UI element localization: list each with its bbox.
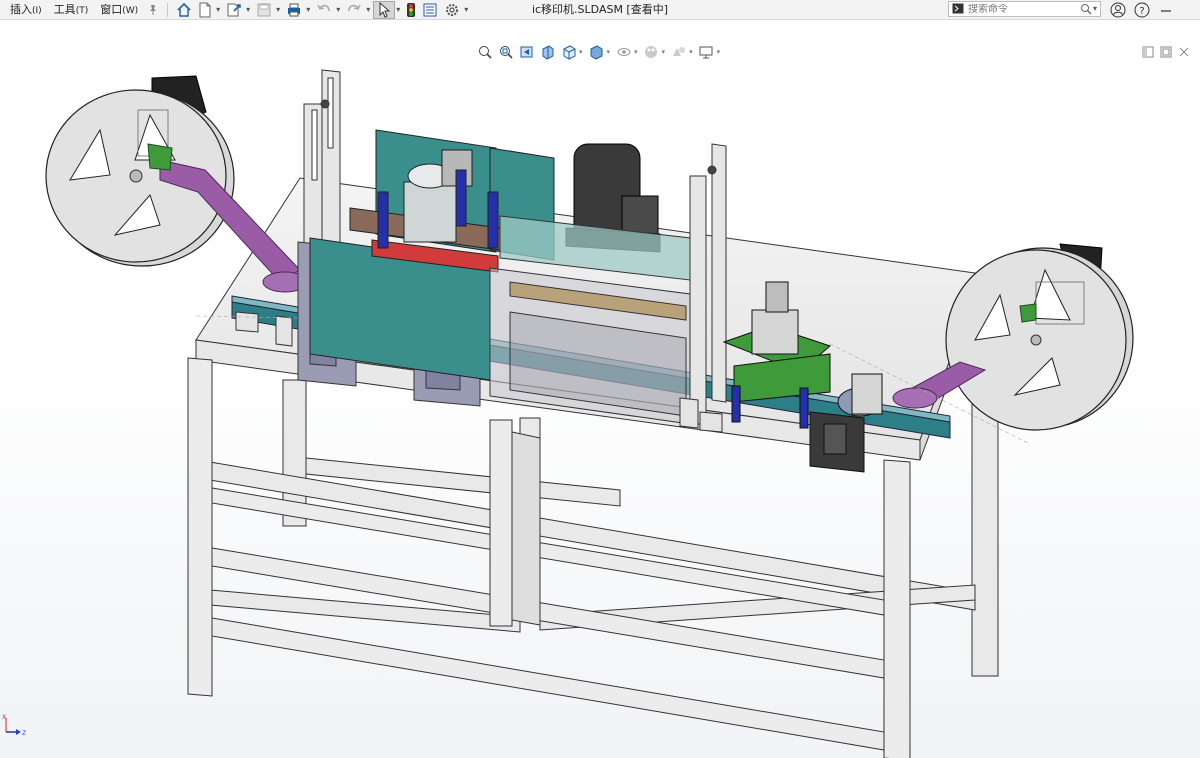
menu-insert[interactable]: 插入(I) bbox=[4, 0, 48, 20]
z-axis-label: Z bbox=[22, 730, 26, 737]
new-dropdown-chevron-icon[interactable]: ▾ bbox=[215, 0, 223, 20]
menu-tools[interactable]: 工具(T) bbox=[48, 0, 95, 20]
user-icon[interactable] bbox=[1106, 2, 1130, 18]
select-arrow-icon[interactable] bbox=[373, 0, 396, 19]
redo-icon[interactable] bbox=[343, 0, 365, 20]
rebuild-traffic-light-icon[interactable] bbox=[403, 0, 419, 20]
x-axis-label: X bbox=[2, 714, 6, 721]
toolbar-separator bbox=[167, 2, 169, 17]
undo-dropdown-chevron-icon[interactable]: ▾ bbox=[335, 0, 343, 20]
left-reel bbox=[45, 75, 308, 293]
save-dropdown-chevron-icon[interactable]: ▾ bbox=[275, 0, 283, 20]
pin-icon[interactable] bbox=[144, 0, 162, 20]
options-dropdown-chevron-icon[interactable]: ▾ bbox=[463, 0, 471, 20]
select-dropdown-chevron-icon[interactable]: ▾ bbox=[395, 0, 403, 20]
save-icon[interactable] bbox=[253, 0, 275, 20]
right-toolbar: ? bbox=[1106, 0, 1178, 20]
search-input[interactable] bbox=[966, 3, 1080, 15]
search-icon[interactable] bbox=[1080, 3, 1092, 15]
menu-window[interactable]: 窗口(W) bbox=[94, 0, 144, 20]
open-dropdown-chevron-icon[interactable]: ▾ bbox=[245, 0, 253, 20]
minimize-icon[interactable] bbox=[1154, 3, 1178, 17]
coordinate-triad: X Z bbox=[2, 710, 28, 741]
undo-icon[interactable] bbox=[313, 0, 335, 20]
z-axis-arrowhead-icon bbox=[16, 729, 21, 735]
assembly-model[interactable] bbox=[0, 20, 1200, 758]
home-icon[interactable] bbox=[173, 0, 195, 20]
options-gear-icon[interactable] bbox=[441, 0, 463, 20]
open-icon[interactable] bbox=[223, 0, 245, 20]
search-box[interactable]: ▾ bbox=[948, 1, 1101, 17]
svg-text:?: ? bbox=[1139, 6, 1144, 17]
file-properties-icon[interactable] bbox=[419, 0, 441, 20]
graphics-area[interactable]: ▾ ▾ ▾ ▾ ▾ ▾ X Z bbox=[0, 20, 1200, 758]
search-dropdown-chevron-icon[interactable]: ▾ bbox=[1092, 0, 1100, 19]
command-prompt-icon bbox=[952, 3, 964, 14]
clear-guard-housing bbox=[489, 215, 691, 425]
new-document-icon[interactable] bbox=[195, 0, 215, 20]
print-icon[interactable] bbox=[283, 0, 305, 20]
help-icon[interactable]: ? bbox=[1130, 2, 1154, 18]
print-dropdown-chevron-icon[interactable]: ▾ bbox=[305, 0, 313, 20]
redo-dropdown-chevron-icon[interactable]: ▾ bbox=[365, 0, 373, 20]
